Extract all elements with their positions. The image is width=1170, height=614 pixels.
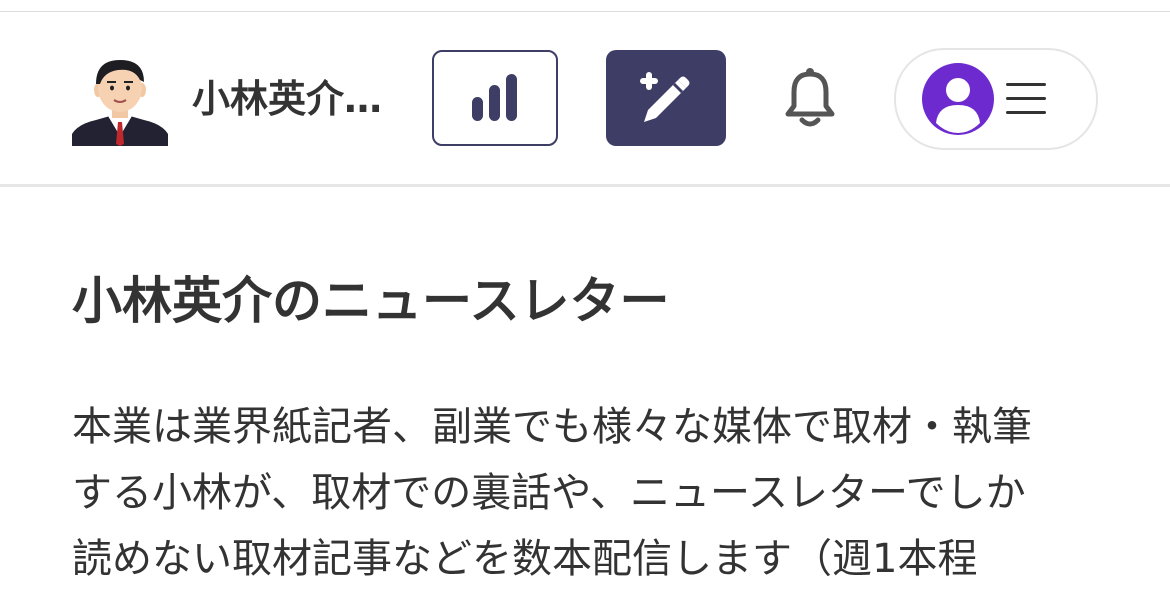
write-post-button[interactable]: [606, 50, 726, 146]
magic-pen-icon: [640, 72, 690, 122]
newsletter-description: 本業は業界紙記者、副業でも様々な媒体で取材・執筆 する小林が、取材での裏話や、ニ…: [72, 394, 1102, 592]
description-line: 本業は業界紙記者、副業でも様々な媒体で取材・執筆: [72, 404, 1032, 450]
header-divider: [0, 184, 1170, 187]
bar-chart-icon: [472, 74, 517, 121]
bell-icon: [785, 68, 835, 127]
account-menu-button[interactable]: [894, 48, 1098, 150]
hamburger-menu-icon: [1006, 83, 1046, 114]
page-title: 小林英介のニュースレター: [72, 272, 670, 330]
description-line: 読めない取材記事などを数本配信します（週1本程: [72, 536, 978, 582]
author-name[interactable]: 小林英介…: [192, 76, 407, 122]
stats-button[interactable]: [432, 50, 558, 146]
site-header: 小林英介…: [0, 12, 1170, 184]
user-circle-icon: [922, 63, 994, 135]
author-avatar[interactable]: [72, 52, 168, 146]
avatar-illustration: [72, 60, 168, 146]
notifications-button[interactable]: [776, 62, 844, 134]
description-line: する小林が、取材での裏話や、ニュースレターでしか: [72, 470, 1026, 516]
